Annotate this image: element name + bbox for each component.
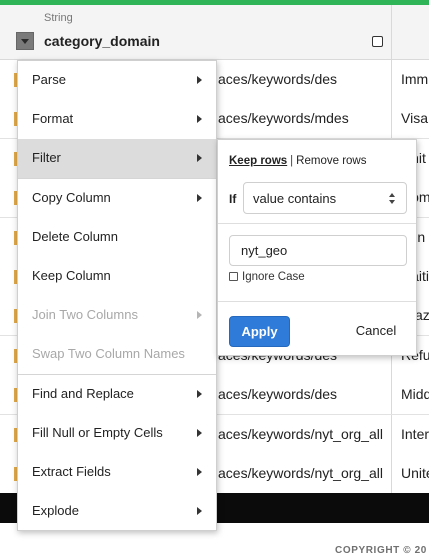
cell-text: aces/keywords/nyt_org_all — [218, 425, 383, 442]
menu-item-label: Explode — [32, 503, 79, 519]
menu-item-explode[interactable]: Explode — [18, 492, 216, 531]
menu-item-delete-column[interactable]: Delete Column — [18, 218, 216, 257]
menu-item-filter[interactable]: Filter — [18, 139, 216, 179]
menu-item-copy-column[interactable]: Copy Column — [18, 179, 216, 218]
cell-text: aces/keywords/des — [218, 386, 338, 403]
next-column-header[interactable] — [392, 5, 429, 60]
filter-submenu: Keep rows | Remove rows If value contains … — [217, 139, 417, 356]
column-name: category_domain — [44, 33, 160, 49]
menu-item-label: Filter — [32, 150, 61, 166]
column-select-checkbox[interactable] — [372, 36, 383, 47]
condition-select-value: value contains — [253, 191, 337, 206]
column-menu-caret-icon[interactable] — [16, 32, 34, 50]
menu-item-format[interactable]: Format — [18, 100, 216, 139]
menu-item-label: Format — [32, 111, 74, 127]
menu-item-extract-fields[interactable]: Extract Fields — [18, 453, 216, 492]
menu-item-label: Fill Null or Empty Cells — [32, 424, 163, 440]
menu-item-keep-column[interactable]: Keep Column — [18, 257, 216, 296]
menu-item-find-and-replace[interactable]: Find and Replace — [18, 375, 216, 414]
ignore-case-checkbox[interactable] — [229, 272, 238, 281]
menu-item-join-two-columns: Join Two Columns — [18, 296, 216, 335]
menu-item-label: Extract Fields — [32, 463, 111, 479]
apply-button[interactable]: Apply — [229, 316, 290, 347]
menu-item-label: Keep Column — [32, 267, 111, 283]
cell-text: Unite — [401, 465, 429, 481]
cell-text: Midd — [401, 386, 429, 403]
condition-select[interactable]: value contains — [243, 182, 407, 214]
chevron-right-icon — [197, 428, 202, 437]
cell-text: Inter — [401, 425, 429, 442]
ignore-case-option[interactable]: Ignore Case — [229, 271, 305, 283]
divider — [218, 301, 416, 302]
menu-item-label: Swap Two Column Names — [32, 346, 185, 362]
chevron-right-icon — [197, 154, 202, 163]
chevron-right-icon — [197, 193, 202, 202]
column-header[interactable]: String category_domain — [0, 5, 392, 60]
chevron-right-icon — [197, 115, 202, 124]
menu-item-fill-null-or-empty-cells[interactable]: Fill Null or Empty Cells — [18, 414, 216, 453]
chevron-right-icon — [197, 507, 202, 516]
chevron-right-icon — [197, 467, 202, 476]
column-type-label: String — [44, 12, 73, 24]
filter-mode-tabs: Keep rows | Remove rows — [229, 155, 366, 167]
filter-value-field[interactable] — [229, 235, 407, 266]
cell-text: Visa — [401, 110, 428, 127]
cell-text: aces/keywords/nyt_org_all — [218, 465, 383, 481]
menu-item-label: Delete Column — [32, 228, 118, 244]
if-label: If — [229, 192, 237, 206]
menu-item-label: Find and Replace — [32, 385, 134, 401]
cell-text: Imm — [401, 71, 429, 87]
chevron-right-icon — [197, 311, 202, 320]
chevron-right-icon — [197, 76, 202, 84]
filter-value-input[interactable] — [230, 236, 406, 265]
divider — [218, 223, 416, 224]
keep-rows-tab[interactable]: Keep rows — [229, 155, 287, 167]
chevron-right-icon — [197, 389, 202, 398]
menu-item-label: Copy Column — [32, 189, 111, 205]
menu-item-swap-two-column-names: Swap Two Column Names — [18, 335, 216, 375]
cell-text: aces/keywords/des — [218, 71, 338, 87]
column-context-menu: Parse Format Filter Copy Column Delete Colum… — [17, 60, 217, 531]
remove-rows-tab[interactable]: Remove rows — [296, 155, 366, 167]
copyright-text: COPYRIGHT © 20 — [335, 545, 427, 556]
cell-text: aces/keywords/mdes — [218, 110, 349, 127]
menu-item-parse[interactable]: Parse — [18, 61, 216, 100]
cancel-button[interactable]: Cancel — [346, 316, 406, 347]
menu-item-label: Join Two Columns — [32, 307, 138, 323]
ignore-case-label: Ignore Case — [242, 271, 305, 283]
select-arrows-icon — [389, 193, 397, 205]
tab-separator: | — [290, 155, 294, 167]
menu-item-label: Parse — [32, 72, 66, 87]
